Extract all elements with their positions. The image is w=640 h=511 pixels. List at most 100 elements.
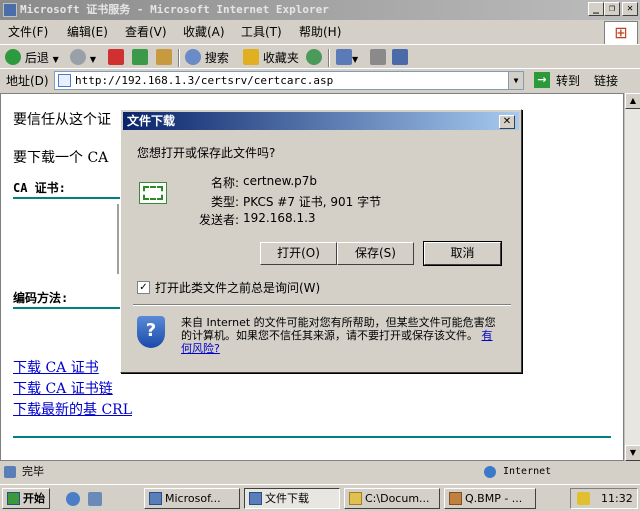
menu-edit[interactable]: 编辑(E) xyxy=(67,21,108,43)
mail-button[interactable]: ▼ xyxy=(336,48,358,68)
toolbar-separator xyxy=(178,49,180,67)
task-ie-icon xyxy=(149,492,162,505)
links-button[interactable]: 链接 xyxy=(594,72,618,89)
scroll-up-icon[interactable]: ▲ xyxy=(625,93,640,109)
file-download-dialog: 文件下载 ✕ 您想打开或保存此文件吗? 名称: certnew.p7b 类型: … xyxy=(120,109,522,373)
task-paint[interactable]: Q.BMP - ... xyxy=(444,488,536,509)
minimize-button[interactable]: _ xyxy=(588,2,604,16)
ie-quicklaunch-icon[interactable] xyxy=(66,492,80,506)
name-label: 名称: xyxy=(210,176,239,190)
open-button[interactable]: 打开(O) xyxy=(260,242,337,265)
history-button[interactable] xyxy=(306,48,322,68)
toolbar-separator xyxy=(328,49,330,67)
page-status-icon xyxy=(4,466,16,478)
dialog-titlebar[interactable]: 文件下载 ✕ xyxy=(123,112,519,130)
warning-text: 来自 Internet 的文件可能对您有所帮助，但某些文件可能危害您的计算机。如… xyxy=(181,316,501,355)
favorites-button[interactable]: 收藏夹 xyxy=(243,48,299,68)
task-explorer-label: C:\Docum... xyxy=(365,492,430,505)
mail-dropdown-icon[interactable]: ▼ xyxy=(352,55,358,64)
dialog-close-icon[interactable]: ✕ xyxy=(499,115,515,129)
address-input[interactable]: http://192.168.1.3/certsrv/certcarc.asp … xyxy=(54,71,524,90)
clock: 11:32 xyxy=(601,492,633,505)
menu-file[interactable]: 文件(F) xyxy=(8,21,48,43)
type-value: PKCS #7 证书, 901 字节 xyxy=(243,195,382,209)
restore-button[interactable]: ❐ xyxy=(604,2,620,16)
encoding-label: 编码方法: xyxy=(13,291,69,305)
address-bar: 地址(D) http://192.168.1.3/certsrv/certcar… xyxy=(0,68,640,91)
forward-button[interactable]: ▼ xyxy=(70,48,96,68)
search-label: 搜索 xyxy=(204,51,229,65)
task-paint-label: Q.BMP - ... xyxy=(465,492,523,505)
bottom-rule xyxy=(13,436,611,438)
search-button[interactable]: 搜索 xyxy=(185,48,229,68)
security-tray-icon[interactable] xyxy=(577,492,590,505)
folder-icon xyxy=(349,492,362,505)
dialog-title: 文件下载 xyxy=(127,114,176,128)
cert-box-edge xyxy=(117,204,119,274)
mail-icon xyxy=(336,49,352,65)
outlook-quicklaunch-icon[interactable] xyxy=(88,492,102,506)
edit-button[interactable] xyxy=(392,48,408,68)
dialog-divider xyxy=(133,304,511,306)
print-icon xyxy=(370,49,386,65)
address-label: 地址(D) xyxy=(6,74,49,88)
certificate-file-icon xyxy=(139,182,167,204)
status-text: 完毕 xyxy=(22,465,44,478)
go-button[interactable]: 转到 xyxy=(556,72,580,89)
task-file-download[interactable]: 文件下载 xyxy=(244,488,340,509)
warning-text-body: 来自 Internet 的文件可能对您有所帮助，但某些文件可能危害您的计算机。如… xyxy=(181,316,496,342)
back-button[interactable]: 后退 ▼ xyxy=(5,48,59,68)
from-value: 192.168.1.3 xyxy=(243,211,316,225)
task-download-label: 文件下载 xyxy=(265,492,309,505)
star-icon xyxy=(243,49,259,65)
link-download-crl[interactable]: 下载最新的基 CRL xyxy=(13,399,132,419)
page-icon xyxy=(58,74,71,87)
name-value: certnew.p7b xyxy=(243,174,318,188)
taskbar: 开始 Microsof... 文件下载 C:\Docum... Q.BMP - … xyxy=(0,484,640,511)
address-dropdown-icon[interactable]: ▼ xyxy=(508,72,523,89)
type-label: 类型: xyxy=(210,195,239,209)
menu-tools[interactable]: 工具(T) xyxy=(241,21,282,43)
zone-text: Internet xyxy=(503,466,552,477)
home-button[interactable] xyxy=(156,48,172,68)
window-titlebar[interactable]: Microsoft 证书服务 - Microsoft Internet Expl… xyxy=(0,0,640,20)
save-button[interactable]: 保存(S) xyxy=(337,242,414,265)
go-arrow-icon[interactable]: → xyxy=(534,72,550,88)
task-ie[interactable]: Microsof... xyxy=(144,488,240,509)
task-ie-label: Microsof... xyxy=(165,492,221,505)
task-download-icon xyxy=(249,492,262,505)
forward-dropdown-icon[interactable]: ▼ xyxy=(90,55,96,64)
home-icon xyxy=(156,49,172,65)
close-button[interactable]: ✕ xyxy=(622,2,638,16)
stop-icon xyxy=(108,49,124,65)
menu-view[interactable]: 查看(V) xyxy=(125,21,167,43)
menu-help[interactable]: 帮助(H) xyxy=(299,21,341,43)
encoding-rule xyxy=(13,307,123,309)
menu-favorites[interactable]: 收藏(A) xyxy=(183,21,225,43)
window-title: Microsoft 证书服务 - Microsoft Internet Expl… xyxy=(20,3,329,16)
always-ask-label: 打开此类文件之前总是询问(W) xyxy=(155,281,321,295)
vertical-scrollbar[interactable]: ▲ ▼ xyxy=(624,93,640,461)
edit-icon xyxy=(392,49,408,65)
forward-arrow-icon xyxy=(70,49,86,65)
favorites-label: 收藏夹 xyxy=(262,51,299,65)
security-shield-icon: ? xyxy=(137,316,165,348)
back-dropdown-icon[interactable]: ▼ xyxy=(53,55,59,64)
standard-toolbar: 后退 ▼ ▼ 搜索 收藏夹 ▼ xyxy=(0,44,640,70)
link-download-ca-chain[interactable]: 下载 CA 证书链 xyxy=(13,378,113,398)
link-download-ca-cert[interactable]: 下载 CA 证书 xyxy=(13,357,99,377)
back-label: 后退 xyxy=(24,51,49,65)
globe-icon xyxy=(484,466,496,478)
start-label: 开始 xyxy=(23,492,45,505)
ie-icon xyxy=(3,3,17,17)
task-explorer[interactable]: C:\Docum... xyxy=(344,488,440,509)
scroll-down-icon[interactable]: ▼ xyxy=(625,445,640,461)
ca-cert-rule xyxy=(13,197,123,199)
cancel-button[interactable]: 取消 xyxy=(423,241,502,266)
stop-button[interactable] xyxy=(108,48,124,68)
start-button[interactable]: 开始 xyxy=(2,488,50,509)
start-logo-icon xyxy=(7,492,20,505)
print-button[interactable] xyxy=(370,48,386,68)
always-ask-checkbox[interactable]: ✓ xyxy=(137,281,150,294)
refresh-button[interactable] xyxy=(132,48,148,68)
